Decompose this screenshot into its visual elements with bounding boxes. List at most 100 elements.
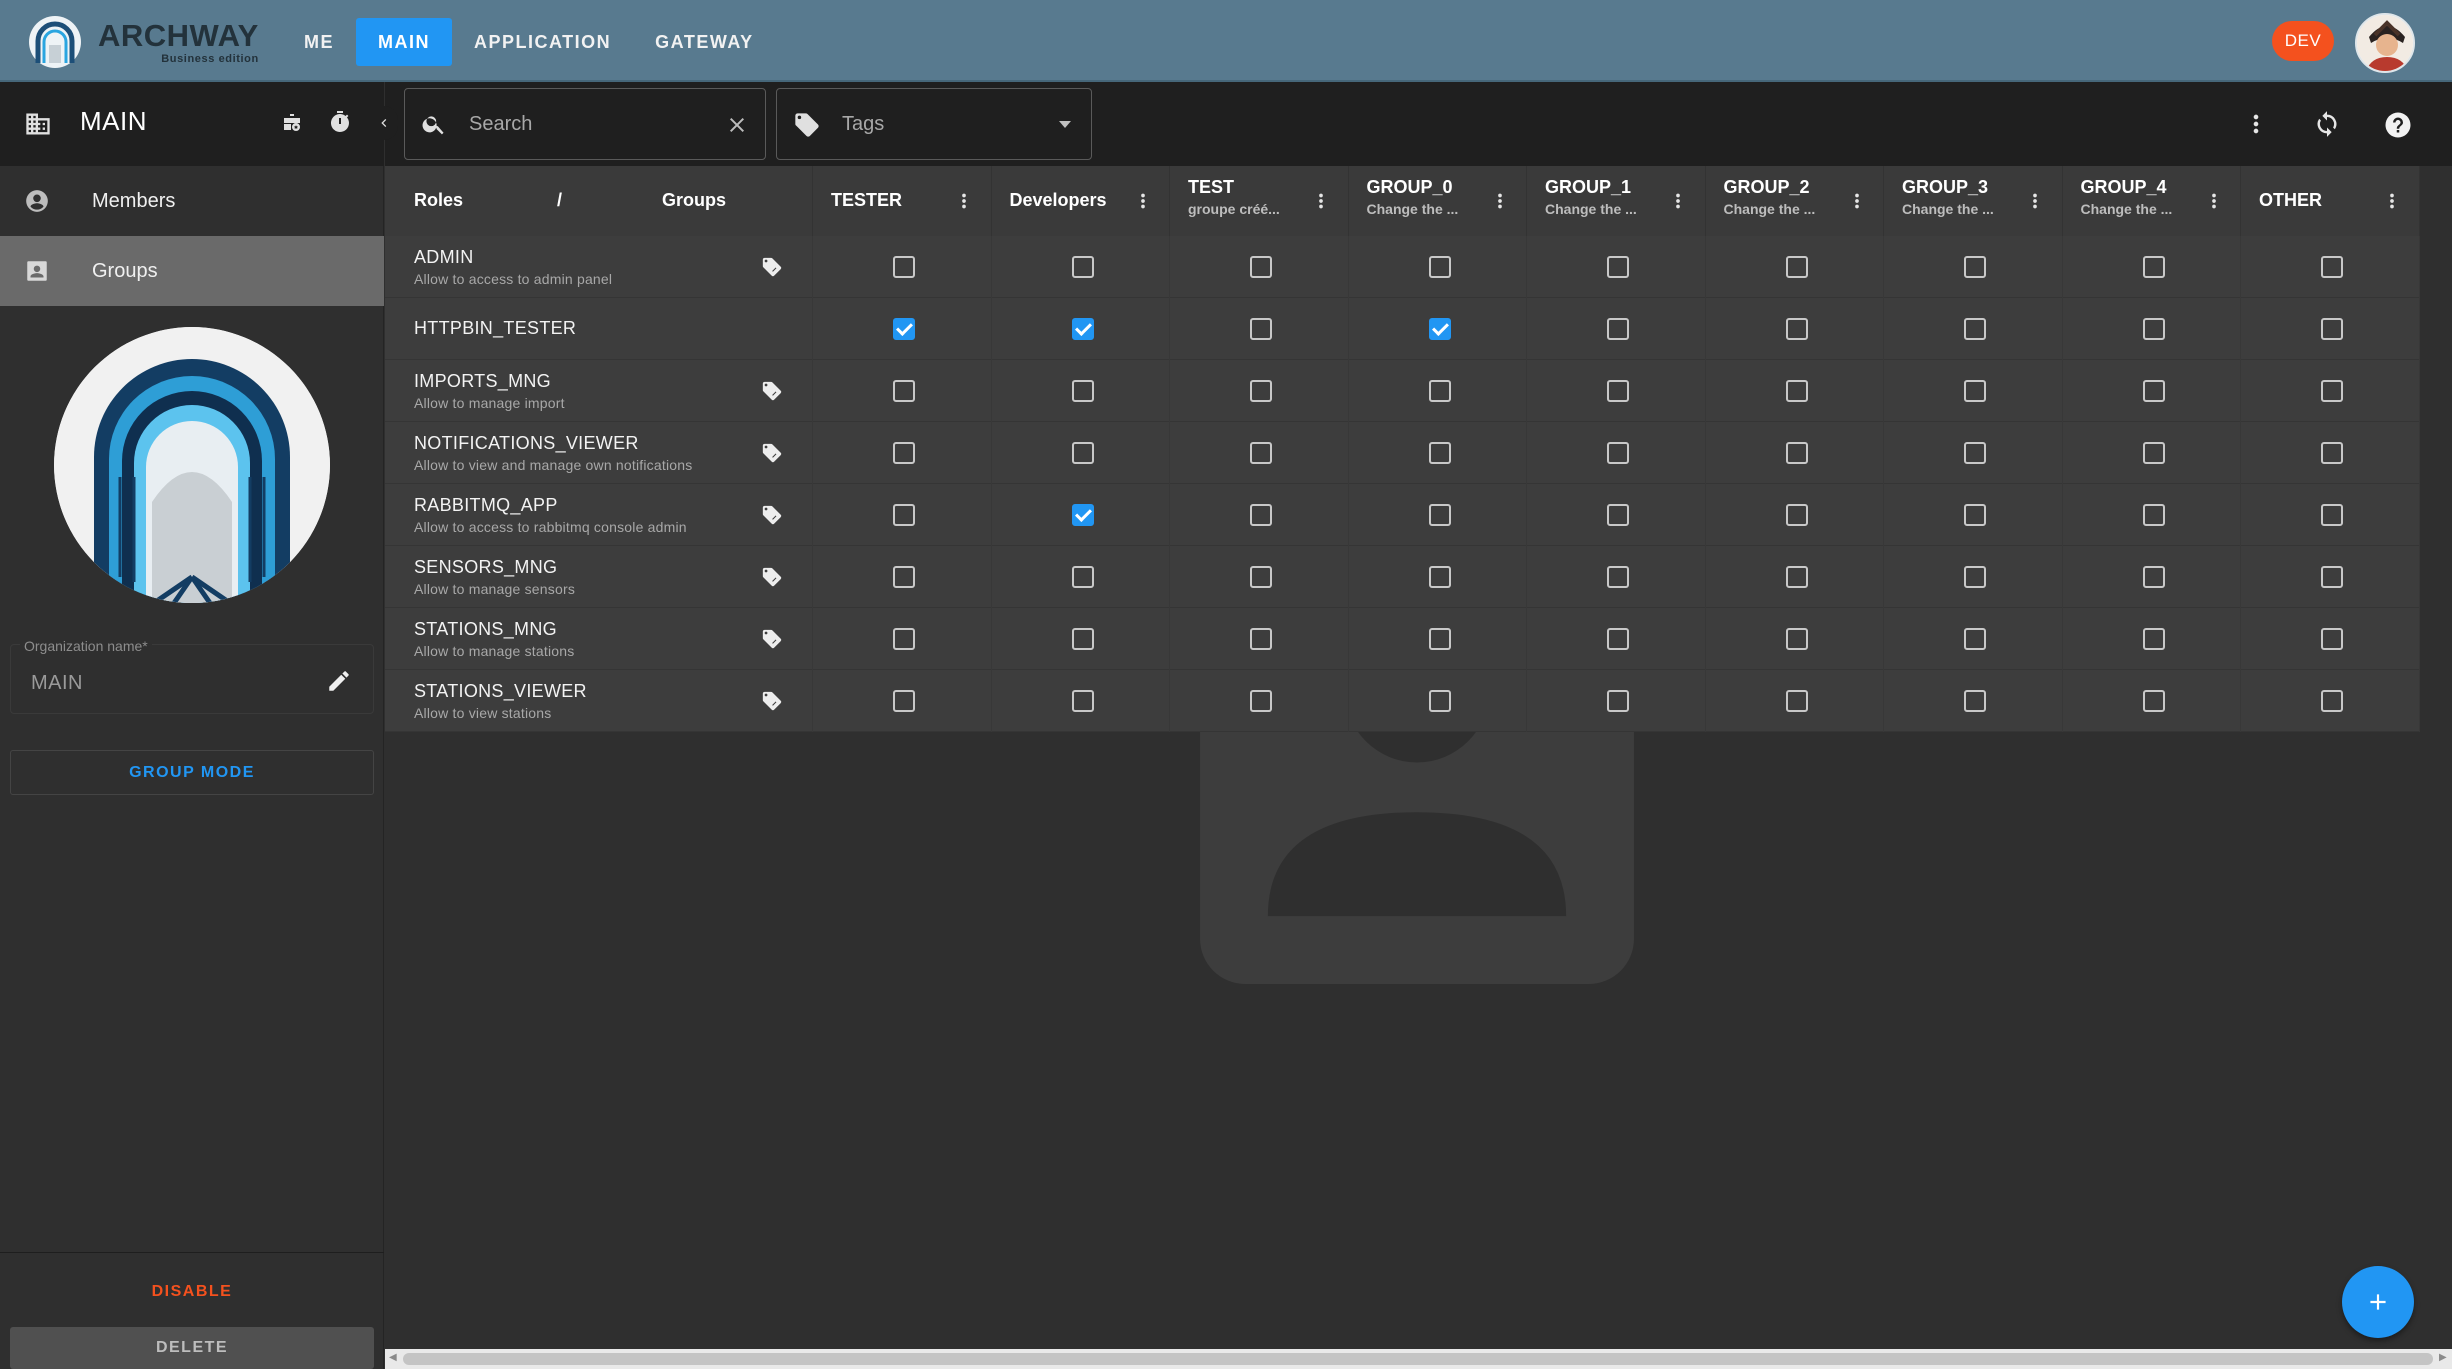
refresh-sync-icon[interactable] bbox=[2313, 110, 2341, 138]
role-group-checkbox[interactable] bbox=[1250, 628, 1272, 650]
group-column-header[interactable]: TESTER bbox=[812, 166, 992, 236]
more-vert-icon[interactable] bbox=[2242, 110, 2270, 138]
role-group-checkbox-checked[interactable] bbox=[1071, 504, 1094, 526]
role-group-checkbox[interactable] bbox=[2142, 380, 2165, 402]
group-column-header[interactable]: TEST groupe créé... bbox=[1169, 166, 1349, 236]
role-group-checkbox[interactable] bbox=[893, 256, 915, 278]
group-column-header[interactable]: GROUP_0 Change the ... bbox=[1348, 166, 1527, 236]
group-column-header[interactable]: Developers bbox=[991, 166, 1170, 236]
group-column-header[interactable]: OTHER bbox=[2240, 166, 2420, 236]
column-menu-icon[interactable] bbox=[2381, 190, 2403, 212]
role-group-checkbox[interactable] bbox=[1607, 380, 1629, 402]
column-menu-icon[interactable] bbox=[1846, 190, 1868, 212]
collapse-sidebar-button[interactable] bbox=[370, 106, 398, 140]
group-column-header[interactable]: GROUP_4 Change the ... bbox=[2062, 166, 2241, 236]
role-group-checkbox[interactable] bbox=[1964, 380, 1986, 402]
role-group-checkbox[interactable] bbox=[1785, 504, 1808, 526]
group-column-header[interactable]: GROUP_1 Change the ... bbox=[1526, 166, 1706, 236]
role-group-checkbox[interactable] bbox=[1250, 504, 1272, 526]
role-group-checkbox[interactable] bbox=[1071, 566, 1094, 588]
role-group-checkbox[interactable] bbox=[893, 628, 915, 650]
scrollbar-thumb[interactable] bbox=[403, 1353, 2433, 1365]
role-group-checkbox[interactable] bbox=[1250, 442, 1272, 464]
horizontal-scrollbar[interactable]: ◀ ▶ bbox=[385, 1349, 2452, 1369]
role-group-checkbox[interactable] bbox=[2321, 628, 2343, 650]
role-group-checkbox[interactable] bbox=[893, 442, 915, 464]
role-group-checkbox[interactable] bbox=[893, 380, 915, 402]
role-group-checkbox[interactable] bbox=[2142, 628, 2165, 650]
role-group-checkbox-checked[interactable] bbox=[1071, 318, 1094, 340]
role-group-checkbox[interactable] bbox=[2142, 690, 2165, 712]
timer-icon[interactable] bbox=[328, 110, 352, 134]
role-group-checkbox[interactable] bbox=[1785, 566, 1808, 588]
role-group-checkbox[interactable] bbox=[1785, 442, 1808, 464]
role-group-checkbox[interactable] bbox=[1428, 380, 1451, 402]
role-group-checkbox[interactable] bbox=[1607, 690, 1629, 712]
role-group-checkbox[interactable] bbox=[1428, 628, 1451, 650]
group-mode-button[interactable]: GROUP MODE bbox=[10, 750, 374, 795]
business-settings-icon[interactable] bbox=[280, 110, 304, 134]
role-group-checkbox[interactable] bbox=[1428, 690, 1451, 712]
role-group-checkbox-checked[interactable] bbox=[893, 318, 915, 340]
column-menu-icon[interactable] bbox=[953, 190, 975, 212]
role-group-checkbox[interactable] bbox=[893, 504, 915, 526]
role-group-checkbox[interactable] bbox=[2321, 256, 2343, 278]
search-box[interactable] bbox=[404, 88, 766, 160]
role-group-checkbox[interactable] bbox=[1428, 504, 1451, 526]
nav-gateway[interactable]: GATEWAY bbox=[633, 18, 776, 66]
tags-icon[interactable] bbox=[761, 380, 783, 402]
user-avatar[interactable] bbox=[2355, 13, 2415, 73]
env-badge[interactable]: DEV bbox=[2272, 21, 2334, 61]
role-group-checkbox[interactable] bbox=[2321, 380, 2343, 402]
role-group-checkbox[interactable] bbox=[1607, 256, 1629, 278]
group-column-header[interactable]: GROUP_3 Change the ... bbox=[1883, 166, 2063, 236]
role-group-checkbox[interactable] bbox=[893, 690, 915, 712]
help-icon[interactable] bbox=[2383, 110, 2413, 140]
role-group-checkbox[interactable] bbox=[1964, 442, 1986, 464]
role-group-checkbox[interactable] bbox=[1964, 628, 1986, 650]
tags-select[interactable]: Tags bbox=[776, 88, 1092, 160]
role-group-checkbox[interactable] bbox=[2142, 442, 2165, 464]
role-group-checkbox[interactable] bbox=[2321, 442, 2343, 464]
column-menu-icon[interactable] bbox=[1667, 190, 1689, 212]
disable-button[interactable]: DISABLE bbox=[10, 1272, 374, 1312]
role-group-checkbox[interactable] bbox=[1785, 628, 1808, 650]
role-group-checkbox[interactable] bbox=[2142, 256, 2165, 278]
column-menu-icon[interactable] bbox=[1310, 190, 1332, 212]
role-group-checkbox[interactable] bbox=[1785, 690, 1808, 712]
role-group-checkbox[interactable] bbox=[2321, 690, 2343, 712]
role-group-checkbox[interactable] bbox=[1607, 628, 1629, 650]
role-group-checkbox[interactable] bbox=[1607, 442, 1629, 464]
role-group-checkbox[interactable] bbox=[1250, 256, 1272, 278]
tags-icon[interactable] bbox=[761, 504, 783, 526]
role-group-checkbox[interactable] bbox=[1785, 380, 1808, 402]
role-group-checkbox[interactable] bbox=[1428, 566, 1451, 588]
nav-application[interactable]: APPLICATION bbox=[452, 18, 633, 66]
nav-main[interactable]: MAIN bbox=[356, 18, 452, 66]
role-group-checkbox[interactable] bbox=[1250, 380, 1272, 402]
tags-icon[interactable] bbox=[761, 442, 783, 464]
role-group-checkbox[interactable] bbox=[1071, 690, 1094, 712]
role-group-checkbox[interactable] bbox=[1607, 318, 1629, 340]
tags-icon[interactable] bbox=[761, 690, 783, 712]
org-name-value[interactable]: MAIN bbox=[31, 672, 83, 695]
tags-icon[interactable] bbox=[761, 628, 783, 650]
nav-me[interactable]: ME bbox=[282, 18, 356, 66]
column-menu-icon[interactable] bbox=[2024, 190, 2046, 212]
edit-pencil-icon[interactable] bbox=[326, 668, 352, 694]
tags-icon[interactable] bbox=[761, 256, 783, 278]
role-group-checkbox[interactable] bbox=[2321, 318, 2343, 340]
scroll-left-icon[interactable]: ◀ bbox=[389, 1352, 397, 1363]
column-menu-icon[interactable] bbox=[1132, 190, 1154, 212]
role-group-checkbox[interactable] bbox=[2142, 318, 2165, 340]
role-group-checkbox[interactable] bbox=[2142, 566, 2165, 588]
delete-button[interactable]: DELETE bbox=[10, 1327, 374, 1369]
clear-icon[interactable] bbox=[725, 113, 749, 137]
role-group-checkbox[interactable] bbox=[1428, 256, 1451, 278]
role-group-checkbox[interactable] bbox=[1250, 690, 1272, 712]
role-group-checkbox[interactable] bbox=[1964, 256, 1986, 278]
role-group-checkbox[interactable] bbox=[1428, 442, 1451, 464]
role-group-checkbox[interactable] bbox=[2321, 504, 2343, 526]
role-group-checkbox[interactable] bbox=[1071, 442, 1094, 464]
role-group-checkbox[interactable] bbox=[893, 566, 915, 588]
